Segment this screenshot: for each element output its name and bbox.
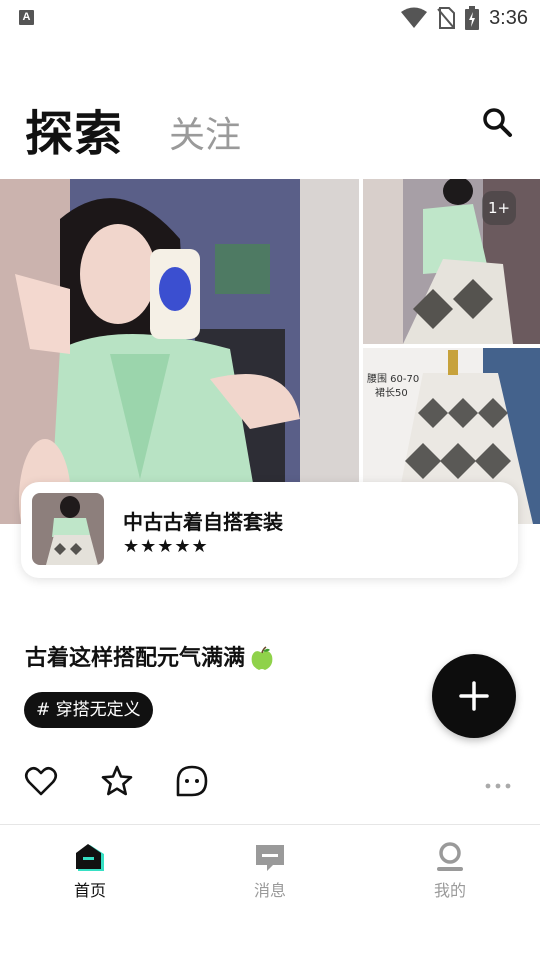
post-media-grid[interactable]: 腰围 60-70 裙长50 [0,179,540,524]
more-images-badge[interactable]: 1+ [482,191,516,225]
wifi-icon [401,7,428,28]
battery-charging-icon [465,6,480,30]
nav-label-messages: 消息 [253,881,286,900]
top-header: 探索 关注 [0,86,540,166]
post-title-text: 古着这样搭配元气满满 [25,646,246,671]
nav-item-home[interactable]: 首页 [40,841,140,901]
plus-icon [459,681,489,711]
product-card[interactable]: 中古古着自搭套装 ★★★★★ [21,482,518,578]
product-thumbnail [32,493,104,565]
post-actions [0,760,540,804]
create-post-button[interactable] [432,654,516,738]
more-options-icon[interactable] [484,764,512,798]
post-title: 古着这样搭配元气满满 [25,640,275,672]
like-heart-icon[interactable] [24,764,58,798]
favorite-star-icon[interactable] [100,764,134,798]
profile-icon [437,842,463,871]
image-tag-length: 裙长50 [375,388,408,399]
tab-explore[interactable]: 探索 [25,94,123,164]
nav-label-home: 首页 [73,881,106,900]
green-apple-icon [251,646,273,670]
product-rating-stars: ★★★★★ [123,536,209,557]
nav-item-profile[interactable]: 我的 [400,841,500,901]
image-tag-waist: 腰围 60-70 [367,374,420,385]
status-time: 3:36 [489,6,528,29]
comment-bubble-icon[interactable] [175,764,209,798]
hashtag-chip[interactable]: # 穿搭无定义 [24,692,153,728]
product-name: 中古古着自搭套装 [123,510,283,534]
tab-follow[interactable]: 关注 [169,106,241,158]
bottom-nav: 首页 消息 我的 [0,825,540,905]
status-bar: A 3:36 [0,0,540,36]
a-box-icon: A [19,10,34,25]
status-icons: 3:36 [401,6,528,30]
post-main-photo[interactable] [0,179,359,524]
search-icon[interactable] [481,106,515,140]
home-icon [76,844,104,871]
no-sim-icon [437,7,456,29]
nav-item-messages[interactable]: 消息 [220,841,320,901]
nav-label-profile: 我的 [433,881,466,900]
message-icon [256,845,284,871]
